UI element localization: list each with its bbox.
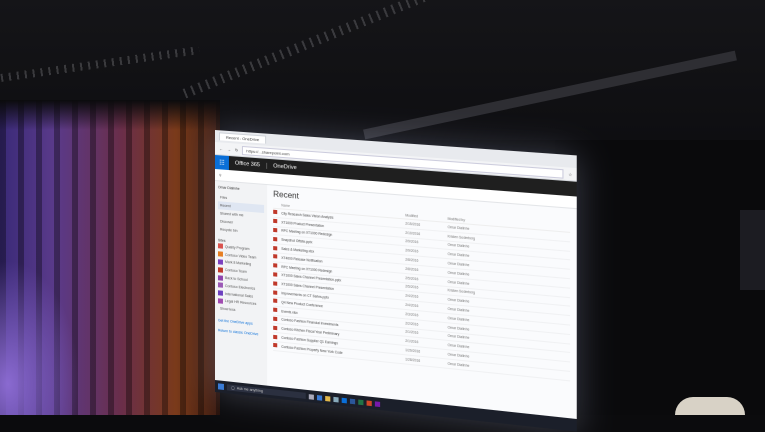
file-icon xyxy=(273,219,278,224)
file-icon xyxy=(273,325,278,330)
file-modified: 2/8/2016 xyxy=(405,257,419,263)
nav-owner: Omar Dialinhe xyxy=(217,185,240,191)
search-icon[interactable]: ⚲ xyxy=(219,173,222,177)
app-launcher-icon[interactable]: ☷ xyxy=(215,155,229,171)
left-nav: Omar Dialinhe Files Recent Shared with m… xyxy=(215,181,268,400)
word-icon[interactable] xyxy=(349,398,356,404)
stage-light xyxy=(0,260,80,415)
edge-icon[interactable] xyxy=(316,394,323,401)
file-modified: 2/9/2016 xyxy=(405,239,419,245)
file-icon xyxy=(273,281,278,286)
file-icon xyxy=(273,245,278,251)
onenote-icon[interactable] xyxy=(374,400,381,407)
suite-brand[interactable]: Office 365 xyxy=(228,160,268,169)
file-modified: 2/15/2016 xyxy=(405,221,421,227)
file-modified: 2/9/2016 xyxy=(405,248,419,254)
file-icon xyxy=(273,254,278,259)
file-icon xyxy=(273,290,278,295)
site-color-icon xyxy=(217,243,223,250)
file-icon xyxy=(273,316,278,322)
curtain-shadow xyxy=(0,100,220,130)
file-icon xyxy=(273,272,278,277)
back-icon[interactable]: ← xyxy=(219,146,223,151)
site-color-icon xyxy=(217,259,223,265)
file-icon xyxy=(273,307,278,313)
cortana-icon: ◯ xyxy=(230,385,235,391)
projection-screen: Recent - OneDrive ← → ↻ https://...share… xyxy=(215,130,577,432)
excel-icon[interactable] xyxy=(358,399,364,405)
site-label: Contoso Team xyxy=(224,268,247,275)
explorer-icon[interactable] xyxy=(325,395,331,402)
star-icon[interactable]: ☆ xyxy=(568,171,572,177)
classic-link[interactable]: Return to classic OneDrive xyxy=(218,329,264,338)
site-label: Back to School xyxy=(224,275,248,283)
file-icon xyxy=(273,236,278,242)
powerpoint-icon[interactable] xyxy=(366,399,372,406)
file-icon xyxy=(273,343,278,348)
site-color-icon xyxy=(217,290,223,296)
side-screen xyxy=(740,210,765,290)
file-modified: 2/10/2016 xyxy=(405,230,421,236)
file-rows: City Research Sales Vision Analysis 2/15/… xyxy=(273,208,571,382)
audience-head xyxy=(675,397,745,415)
file-modified: 1/28/2016 xyxy=(405,357,421,363)
forward-icon[interactable]: → xyxy=(227,146,231,151)
file-icon xyxy=(273,334,278,339)
file-icon xyxy=(273,227,278,233)
sites-list: Quality Program Contoso Video Team Mark 8 … xyxy=(217,242,264,309)
refresh-icon[interactable]: ↻ xyxy=(235,147,238,152)
site-color-icon xyxy=(217,251,223,257)
site-color-icon xyxy=(217,267,223,273)
venue-wall xyxy=(555,140,765,415)
site-color-icon xyxy=(217,282,223,289)
site-color-icon xyxy=(217,274,223,281)
store-icon[interactable] xyxy=(333,396,339,402)
get-apps-link[interactable]: Get the OneDrive apps xyxy=(218,319,264,328)
windows-start-icon[interactable] xyxy=(217,383,224,390)
outlook-icon[interactable] xyxy=(341,397,347,403)
task-view-icon[interactable] xyxy=(308,393,314,400)
file-icon xyxy=(273,210,278,215)
file-icon xyxy=(273,298,278,304)
file-icon xyxy=(273,263,278,268)
search-placeholder: Ask me anything xyxy=(236,386,263,394)
site-color-icon xyxy=(217,298,223,304)
app-name[interactable]: OneDrive xyxy=(267,163,303,172)
